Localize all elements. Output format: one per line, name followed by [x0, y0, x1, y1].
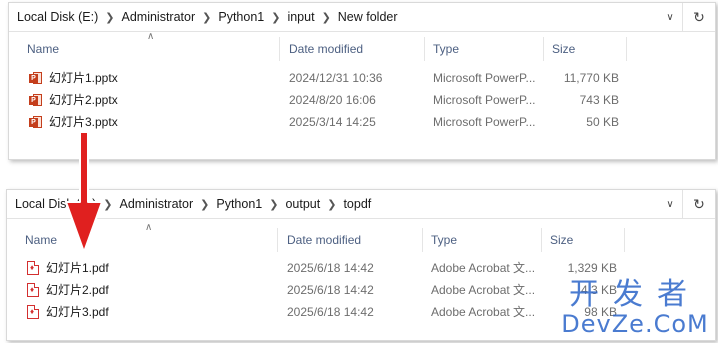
- pdf-file-icon: ♦: [27, 305, 39, 319]
- column-date-modified[interactable]: Date modified: [287, 228, 361, 252]
- file-date: 2024/12/31 10:36: [289, 71, 383, 85]
- sort-up-icon: ∧: [145, 222, 153, 233]
- breadcrumb-item[interactable]: Administrator: [118, 197, 196, 211]
- powerpoint-file-icon: P: [29, 93, 43, 107]
- column-divider[interactable]: [624, 228, 625, 252]
- file-type: Adobe Acrobat 文...: [431, 283, 536, 297]
- chevron-down-icon[interactable]: ∨: [658, 6, 682, 28]
- column-header-row: ∧ Name Date modified Type Size: [9, 31, 715, 61]
- chevron-right-icon[interactable]: ❯: [266, 11, 285, 24]
- column-divider[interactable]: [543, 37, 544, 61]
- file-date: 2025/6/18 14:42: [287, 305, 374, 319]
- pdf-file-icon: ♦: [27, 283, 39, 297]
- red-down-arrow-icon: [65, 131, 103, 253]
- file-size: 50 KB: [586, 115, 619, 129]
- watermark-english-text: DevZe.CoM: [561, 310, 709, 338]
- watermark-chinese-text: 开发者: [569, 277, 701, 312]
- breadcrumb-item[interactable]: input: [285, 10, 316, 24]
- chevron-down-icon[interactable]: ∨: [658, 193, 682, 215]
- chevron-right-icon[interactable]: ❯: [264, 198, 283, 211]
- breadcrumb-item[interactable]: Administrator: [120, 10, 198, 24]
- column-size[interactable]: Size: [550, 228, 573, 252]
- breadcrumb-item[interactable]: New folder: [336, 10, 400, 24]
- file-row[interactable]: ♦ 幻灯片1.pdf 2025/6/18 14:42 Adobe Acrobat…: [7, 258, 715, 278]
- powerpoint-file-icon: P: [29, 71, 43, 85]
- file-date: 2024/8/20 16:06: [289, 93, 376, 107]
- column-header-row: ∧ Name Date modified Type Size: [7, 222, 715, 252]
- column-type[interactable]: Type: [433, 37, 459, 61]
- file-type: Microsoft PowerP...: [433, 71, 536, 85]
- pdf-file-icon: ♦: [27, 261, 39, 275]
- breadcrumb-item[interactable]: Python1: [214, 197, 264, 211]
- breadcrumb-item[interactable]: Python1: [216, 10, 266, 24]
- breadcrumb: Local Disk (E:) ❯ Administrator ❯ Python…: [9, 10, 658, 24]
- file-name: 幻灯片1.pptx: [49, 71, 118, 85]
- file-name: 幻灯片2.pdf: [46, 283, 109, 297]
- column-name[interactable]: Name: [27, 37, 59, 61]
- column-type[interactable]: Type: [431, 228, 457, 252]
- breadcrumb-item[interactable]: topdf: [341, 197, 373, 211]
- file-size: 1,329 KB: [567, 261, 617, 275]
- file-type: Microsoft PowerP...: [433, 115, 536, 129]
- column-name[interactable]: Name: [25, 228, 57, 252]
- column-date-modified[interactable]: Date modified: [289, 37, 363, 61]
- file-type: Adobe Acrobat 文...: [431, 261, 536, 275]
- file-date: 2025/3/14 14:25: [289, 115, 376, 129]
- column-divider[interactable]: [626, 37, 627, 61]
- sort-up-icon: ∧: [147, 31, 155, 42]
- file-size: 743 KB: [579, 93, 619, 107]
- file-row[interactable]: P 幻灯片1.pptx 2024/12/31 10:36 Microsoft P…: [9, 68, 715, 88]
- file-row[interactable]: P 幻灯片2.pptx 2024/8/20 16:06 Microsoft Po…: [9, 90, 715, 110]
- refresh-icon[interactable]: ↻: [682, 190, 715, 218]
- breadcrumb-item[interactable]: output: [283, 197, 322, 211]
- breadcrumb-item[interactable]: Local Disk (E:): [15, 10, 100, 24]
- explorer-window-input: Local Disk (E:) ❯ Administrator ❯ Python…: [8, 2, 716, 160]
- chevron-right-icon[interactable]: ❯: [100, 11, 119, 24]
- file-name: 幻灯片2.pptx: [49, 93, 118, 107]
- column-divider[interactable]: [424, 37, 425, 61]
- file-type: Microsoft PowerP...: [433, 93, 536, 107]
- file-name: 幻灯片3.pdf: [46, 305, 109, 319]
- file-type: Adobe Acrobat 文...: [431, 305, 536, 319]
- file-size: 11,770 KB: [563, 71, 619, 85]
- chevron-right-icon[interactable]: ❯: [322, 198, 341, 211]
- watermark-logo: 开发者 DevZe.CoM: [560, 277, 710, 338]
- column-divider[interactable]: [279, 37, 280, 61]
- file-date: 2025/6/18 14:42: [287, 283, 374, 297]
- address-bar[interactable]: Local Disk (E:) ❯ Administrator ❯ Python…: [7, 190, 715, 219]
- column-size[interactable]: Size: [552, 37, 575, 61]
- column-divider[interactable]: [422, 228, 423, 252]
- file-row[interactable]: P 幻灯片3.pptx 2025/3/14 14:25 Microsoft Po…: [9, 112, 715, 132]
- column-divider[interactable]: [541, 228, 542, 252]
- chevron-right-icon[interactable]: ❯: [195, 198, 214, 211]
- column-divider[interactable]: [277, 228, 278, 252]
- chevron-right-icon[interactable]: ❯: [197, 11, 216, 24]
- file-date: 2025/6/18 14:42: [287, 261, 374, 275]
- address-bar[interactable]: Local Disk (E:) ❯ Administrator ❯ Python…: [9, 3, 715, 32]
- refresh-icon[interactable]: ↻: [682, 3, 715, 31]
- powerpoint-file-icon: P: [29, 115, 43, 129]
- file-name: 幻灯片1.pdf: [46, 261, 109, 275]
- chevron-right-icon[interactable]: ❯: [317, 11, 336, 24]
